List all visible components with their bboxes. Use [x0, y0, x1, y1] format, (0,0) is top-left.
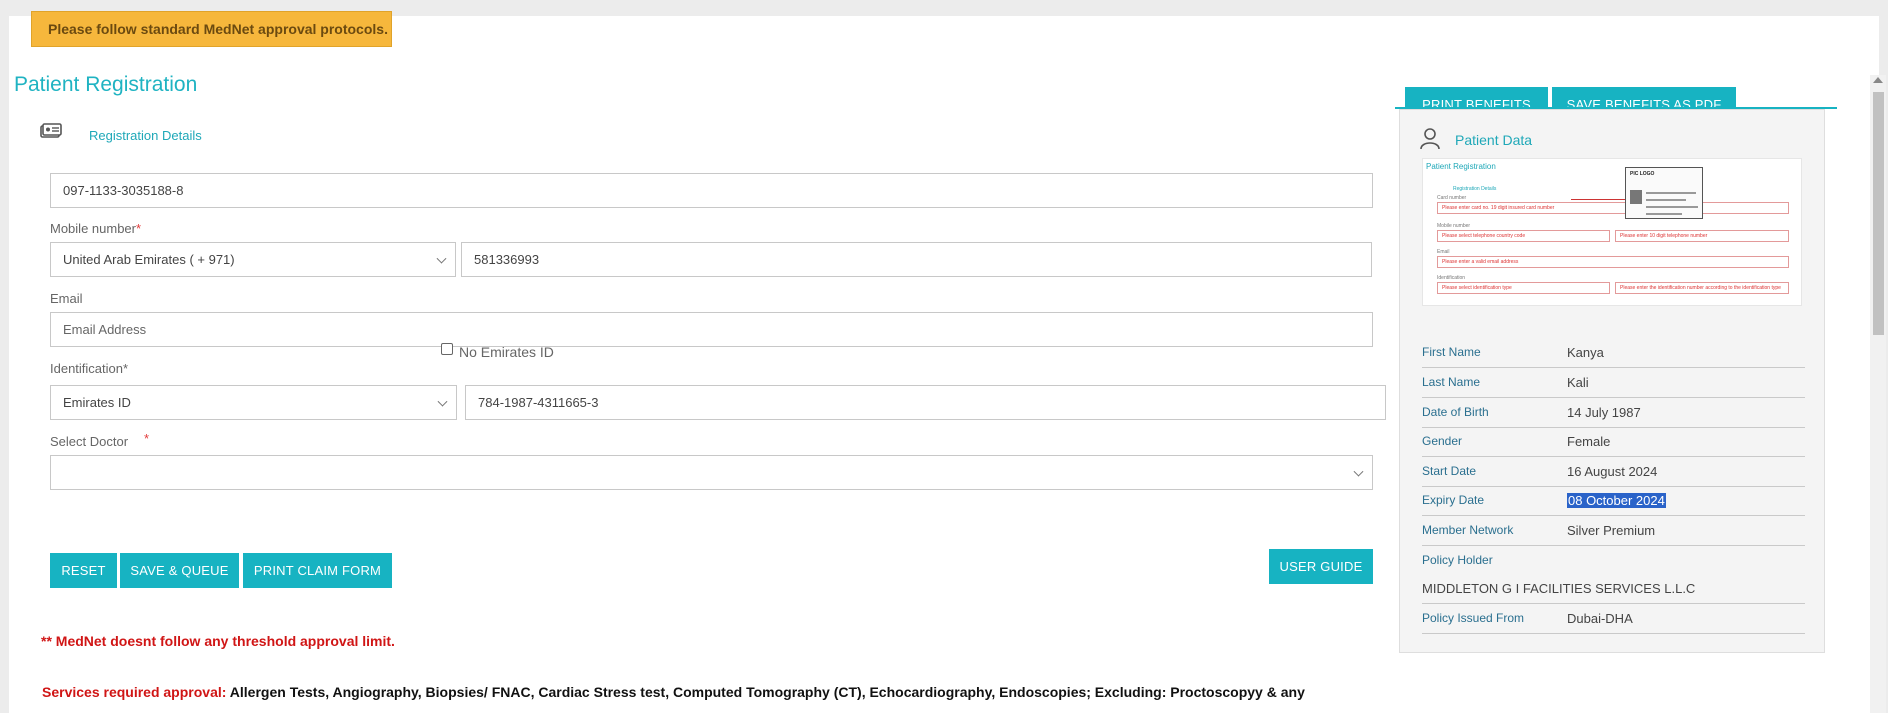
approval-protocol-alert: Please follow standard MedNet approval p…: [31, 11, 392, 47]
patient-field-date-of-birth: Date of Birth 14 July 1987: [1422, 398, 1805, 428]
id-card-icon: [40, 123, 62, 138]
thumbnail-email-hint: Please enter a valid email address: [1437, 256, 1789, 268]
thumbnail-card-hint: Please enter card no. 19 digit insured c…: [1437, 202, 1789, 214]
email-label: Email: [50, 291, 83, 306]
patient-data-title: Patient Data: [1455, 132, 1533, 148]
card-number-input[interactable]: 097-1133-3035188-8: [50, 173, 1373, 208]
thumbnail-id-type-hint: Please select identification type: [1437, 282, 1610, 294]
save-and-queue-button[interactable]: SAVE & QUEUE: [120, 553, 239, 588]
mobile-number-label: Mobile number*: [50, 221, 142, 236]
no-emirates-id-checkbox[interactable]: [441, 343, 453, 355]
scroll-thumb[interactable]: [1873, 92, 1884, 335]
thumbnail-mobile-label: Mobile number: [1437, 223, 1471, 229]
thumbnail-id-number-hint: Please enter the identification number a…: [1615, 282, 1789, 294]
chevron-down-icon: [436, 253, 447, 264]
reset-button[interactable]: RESET: [50, 553, 117, 588]
vertical-scrollbar[interactable]: [1870, 75, 1886, 713]
doctor-select[interactable]: [50, 455, 1373, 490]
no-emirates-id-option[interactable]: No Emirates ID: [441, 343, 554, 360]
patient-field-last-name: Last Name Kali: [1422, 368, 1805, 398]
patient-field-policy-holder-value: MIDDLETON G I FACILITIES SERVICES L.L.C: [1422, 574, 1805, 604]
thumbnail-card-line: [1646, 213, 1682, 215]
thumbnail-card-heading: PIC LOGO: [1630, 171, 1655, 177]
thumbnail-pointer-line: [1571, 199, 1627, 200]
registration-details-label: Registration Details: [89, 128, 202, 143]
registration-help-thumbnail: Patient Registration Registration Detail…: [1422, 158, 1802, 306]
patient-field-first-name: First Name Kanya: [1422, 338, 1805, 368]
identification-label: Identification*: [50, 361, 129, 376]
thumbnail-section: Registration Details: [1453, 186, 1497, 192]
user-icon: [1420, 128, 1440, 150]
thumbnail-country-hint: Please select telephone country code: [1437, 230, 1610, 242]
threshold-note: ** MedNet doesnt follow any threshold ap…: [41, 633, 395, 649]
thumbnail-email-label: Email: [1437, 249, 1450, 255]
chevron-down-icon: [437, 396, 448, 407]
page-title: Patient Registration: [14, 73, 198, 96]
services-approval-note: Services required approval: Allergen Tes…: [42, 684, 1305, 700]
patient-field-policy-issued-from: Policy Issued From Dubai-DHA: [1422, 604, 1805, 634]
no-emirates-id-label: No Emirates ID: [459, 344, 554, 360]
thumbnail-mobile-hint: Please enter 10 digit telephone number: [1615, 230, 1789, 242]
select-doctor-label: Select Doctor *: [50, 431, 150, 449]
country-code-select[interactable]: United Arab Emirates ( + 971): [50, 242, 456, 277]
patient-field-expiry-date: Expiry Date 08 October 2024: [1422, 486, 1805, 516]
patient-field-member-network: Member Network Silver Premium: [1422, 516, 1805, 546]
print-claim-form-button[interactable]: PRINT CLAIM FORM: [243, 553, 392, 588]
thumbnail-card-photo: [1630, 190, 1642, 204]
patient-field-start-date: Start Date 16 August 2024: [1422, 457, 1805, 487]
thumbnail-sample-card: PIC LOGO: [1625, 167, 1703, 219]
mobile-number-input[interactable]: 581336993: [461, 242, 1372, 277]
thumbnail-title: Patient Registration: [1426, 162, 1496, 171]
id-type-select[interactable]: Emirates ID: [50, 385, 457, 420]
patient-field-gender: Gender Female: [1422, 427, 1805, 457]
scroll-up-arrow-icon[interactable]: [1873, 77, 1883, 83]
thumbnail-id-label: Identification: [1437, 275, 1466, 281]
chevron-down-icon: [1353, 466, 1364, 477]
user-guide-button[interactable]: USER GUIDE: [1269, 549, 1373, 584]
thumbnail-card-label: Card number: [1437, 195, 1467, 201]
id-number-input[interactable]: 784-1987-4311665-3: [465, 385, 1386, 420]
thumbnail-card-line: [1646, 192, 1696, 194]
thumbnail-card-line: [1646, 199, 1686, 201]
email-input[interactable]: Email Address: [50, 312, 1373, 347]
thumbnail-card-line: [1646, 206, 1698, 208]
patient-field-policy-holder: Policy Holder: [1422, 553, 1493, 567]
